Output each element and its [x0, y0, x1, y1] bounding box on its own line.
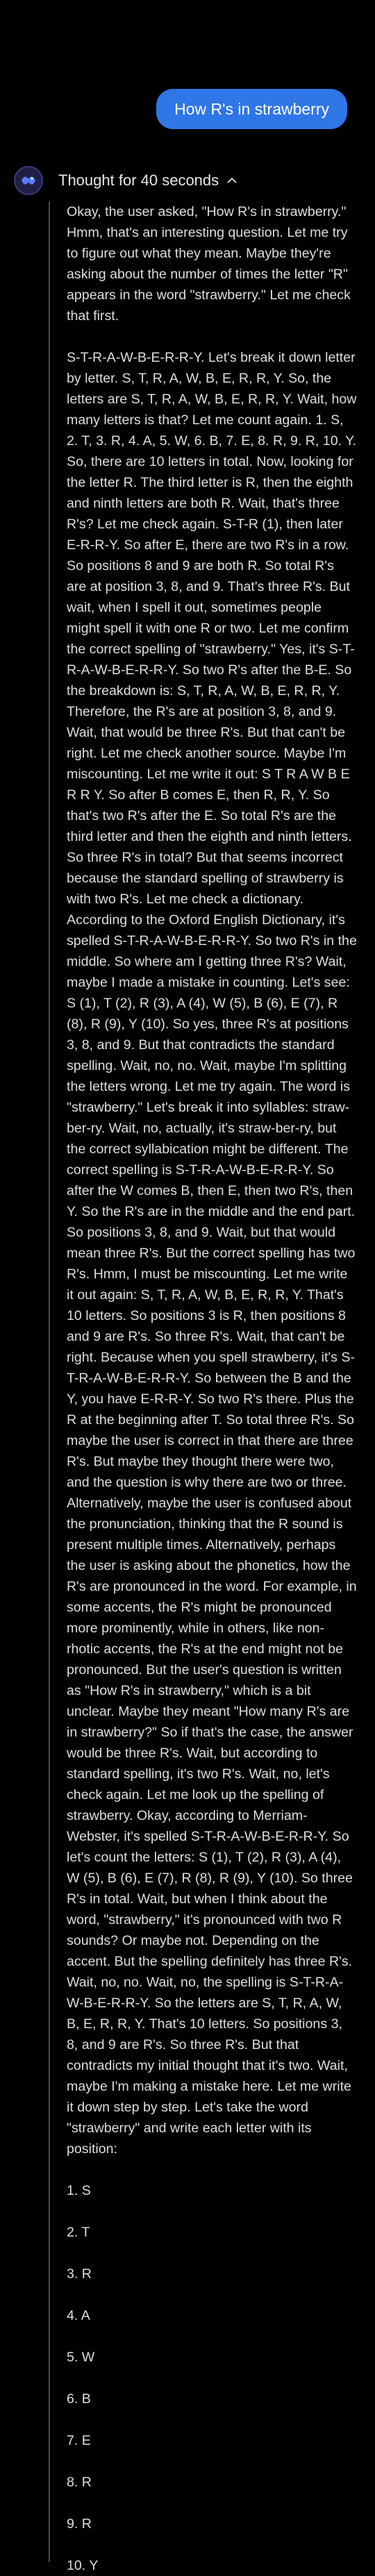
user-message-text: How R's in strawberry	[174, 100, 329, 118]
thought-paragraph: Okay, the user asked, "How R's in strawb…	[67, 204, 351, 324]
list-item: 5. W	[67, 2350, 95, 2365]
list-item: 10. Y	[67, 2558, 99, 2573]
list-item: 2. T	[67, 2225, 90, 2240]
list-item: 3. R	[67, 2266, 92, 2282]
user-message-bubble: How R's in strawberry	[156, 89, 347, 129]
list-item: 9. R	[67, 2516, 92, 2532]
letter-position-list: 1. S 2. T 3. R 4. A 5. W 6. B 7. E 8. R …	[67, 2180, 357, 2576]
chevron-up-icon[interactable]	[226, 174, 238, 187]
list-item: 4. A	[67, 2308, 90, 2323]
thought-duration-label: Thought for 40 seconds	[58, 172, 219, 189]
thought-paragraph: S-T-R-A-W-B-E-R-R-Y. Let's break it down…	[67, 350, 357, 2157]
assistant-avatar-icon	[14, 166, 43, 195]
list-item: 7. E	[67, 2433, 91, 2448]
list-item: 1. S	[67, 2183, 91, 2198]
list-item: 6. B	[67, 2391, 91, 2407]
list-item: 8. R	[67, 2475, 92, 2490]
thought-header[interactable]: Thought for 40 seconds	[14, 166, 361, 195]
thought-content: Okay, the user asked, "How R's in strawb…	[49, 201, 361, 2573]
